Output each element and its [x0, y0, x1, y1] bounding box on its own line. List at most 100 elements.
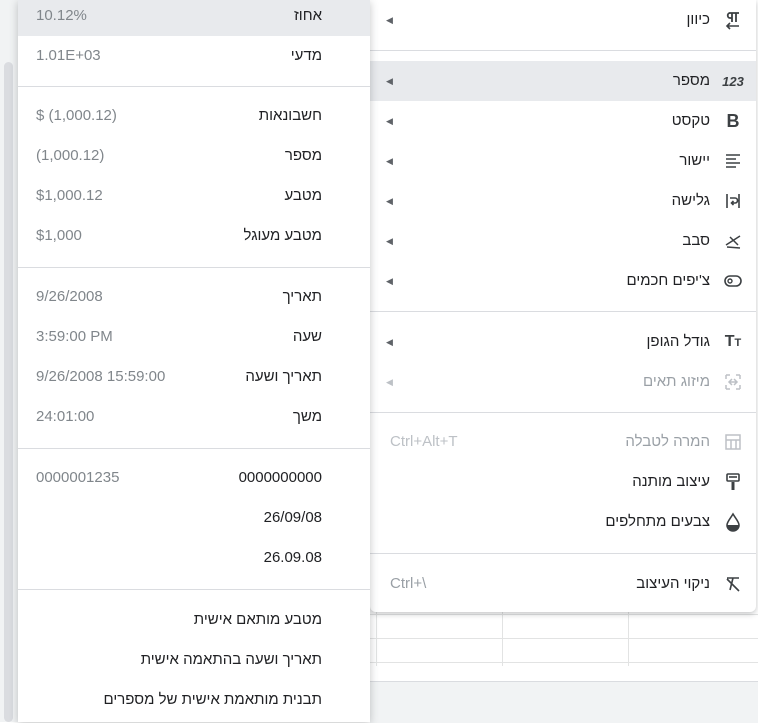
format-name: משך — [292, 408, 322, 425]
format-name: תאריך ושעה — [245, 368, 322, 385]
format-example: $1,000 — [36, 227, 82, 244]
submenu-arrow-icon: ◀ — [386, 76, 393, 86]
format-example: 24:01:00 — [36, 408, 95, 425]
menu-item-number[interactable]: 123 מספר ◀ — [370, 61, 756, 101]
format-name: מטבע מותאם אישית — [193, 611, 322, 628]
shortcut-text: Ctrl+Alt+T — [390, 433, 458, 450]
table-icon — [722, 431, 744, 453]
format-option-custom-currency[interactable]: מטבע מותאם אישית — [18, 600, 370, 640]
menu-item-alignment[interactable]: יישור ◀ — [370, 141, 756, 181]
menu-label: צבעים מתחלפים — [605, 513, 710, 530]
color-drop-icon — [722, 511, 744, 533]
menu-separator — [370, 50, 756, 51]
menu-label: צ'יפים חכמים — [626, 272, 710, 289]
menu-item-direction[interactable]: כיוון ◀ — [370, 0, 756, 40]
vertical-scrollbar[interactable] — [4, 62, 13, 722]
menu-label: סבב — [682, 232, 710, 249]
format-name: מספר — [284, 147, 322, 164]
menu-label: כיוון — [686, 11, 710, 28]
format-option-currency-rounded[interactable]: מטבע מעוגל $1,000 — [18, 216, 370, 256]
menu-item-rotation[interactable]: סבב ◀ — [370, 221, 756, 261]
submenu-arrow-icon: ◀ — [386, 377, 393, 387]
submenu-arrow-icon: ◀ — [386, 116, 393, 126]
format-option-custom-digits[interactable]: 0000000000 0000001235 — [18, 458, 370, 498]
format-menu: כיוון ◀ 123 מספר ◀ B טקסט ◀ יישור ◀ גליש… — [370, 0, 756, 612]
menu-item-alternating-colors[interactable]: צבעים מתחלפים — [370, 502, 756, 542]
number-format-submenu: אחוז 10.12% מדעי 1.01E+03 חשבונאות $ (1,… — [18, 0, 370, 722]
format-example: $1,000.12 — [36, 187, 103, 204]
font-size-icon: TT — [724, 333, 742, 350]
menu-separator — [370, 553, 756, 554]
format-option-date-dot[interactable]: 26.09.08 — [18, 538, 370, 578]
format-name: תבנית מותאמת אישית של מספרים — [103, 691, 322, 708]
shortcut-text: Ctrl+\ — [390, 575, 427, 592]
format-name: תאריך ושעה בהתאמה אישית — [140, 651, 322, 668]
menu-label: המרה לטבלה — [625, 433, 710, 450]
format-option-date[interactable]: תאריך 9/26/2008 — [18, 277, 370, 317]
format-name: מטבע — [284, 187, 323, 204]
menu-item-font-size[interactable]: TT גודל הגופן ◀ — [370, 322, 756, 362]
format-name: תאריך — [282, 288, 322, 305]
format-name: מדעי — [290, 47, 322, 64]
format-name: שעה — [292, 328, 322, 345]
format-example: 1.01E+03 — [36, 47, 101, 64]
format-name: חשבונאות — [258, 107, 322, 124]
menu-item-merge-cells[interactable]: מיזוג תאים ◀ — [370, 362, 756, 402]
menu-label: גודל הגופן — [646, 333, 710, 350]
format-option-custom-number-format[interactable]: תבנית מותאמת אישית של מספרים — [18, 680, 370, 720]
format-name: 26.09.08 — [263, 549, 322, 566]
format-name: 0000000000 — [238, 469, 322, 486]
menu-label: ניקוי העיצוב — [636, 575, 710, 592]
menu-item-smart-chips[interactable]: צ'יפים חכמים ◀ — [370, 261, 756, 301]
submenu-arrow-icon: ◀ — [386, 337, 393, 347]
text-wrap-icon — [722, 190, 744, 212]
menu-label: עיצוב מותנה — [632, 473, 710, 490]
menu-label: יישור — [679, 152, 710, 169]
menu-item-wrapping[interactable]: גלישה ◀ — [370, 181, 756, 221]
menu-label: גלישה — [671, 192, 710, 209]
format-option-currency[interactable]: מטבע $1,000.12 — [18, 176, 370, 216]
format-name: 26/09/08 — [263, 509, 322, 526]
clear-format-icon — [722, 573, 744, 595]
format-option-number[interactable]: מספר (1,000.12) — [18, 136, 370, 176]
submenu-arrow-icon: ◀ — [386, 276, 393, 286]
submenu-arrow-icon: ◀ — [386, 156, 393, 166]
menu-label: מיזוג תאים — [642, 373, 710, 390]
format-option-custom-date-time[interactable]: תאריך ושעה בהתאמה אישית — [18, 640, 370, 680]
menu-item-text[interactable]: B טקסט ◀ — [370, 101, 756, 141]
menu-separator — [370, 311, 756, 312]
format-example: 3:59:00 PM — [36, 328, 113, 345]
format-option-duration[interactable]: משך 24:01:00 — [18, 397, 370, 437]
format-option-time[interactable]: שעה 3:59:00 PM — [18, 317, 370, 357]
format-example: 9/26/2008 — [36, 288, 103, 305]
menu-item-convert-to-table[interactable]: המרה לטבלה Ctrl+Alt+T — [370, 422, 756, 462]
format-option-percent[interactable]: אחוז 10.12% — [18, 0, 370, 36]
format-option-date-time[interactable]: תאריך ושעה 9/26/2008 15:59:00 — [18, 357, 370, 397]
format-option-accounting[interactable]: חשבונאות $ (1,000.12) — [18, 96, 370, 136]
merge-cells-icon — [722, 371, 744, 393]
format-example: 10.12% — [36, 7, 87, 24]
menu-separator — [18, 267, 370, 268]
format-example: 9/26/2008 15:59:00 — [36, 368, 166, 385]
menu-label: מספר — [672, 72, 710, 89]
sheet-bottom-bar — [370, 681, 758, 723]
submenu-arrow-icon: ◀ — [386, 196, 393, 206]
menu-separator — [18, 589, 370, 590]
bold-icon: B — [726, 110, 740, 131]
format-option-scientific[interactable]: מדעי 1.01E+03 — [18, 36, 370, 76]
menu-item-clear-formatting[interactable]: ניקוי העיצוב Ctrl+\ — [370, 564, 756, 604]
menu-label: טקסט — [671, 112, 710, 129]
smart-chip-icon — [722, 270, 744, 292]
menu-separator — [18, 448, 370, 449]
format-example: (1,000.12) — [36, 147, 105, 164]
menu-separator — [370, 412, 756, 413]
format-option-date-slash[interactable]: 26/09/08 — [18, 498, 370, 538]
menu-item-conditional-formatting[interactable]: עיצוב מותנה — [370, 462, 756, 502]
text-rotation-icon — [722, 230, 744, 252]
text-direction-icon — [722, 9, 744, 31]
format-example: $ (1,000.12) — [36, 107, 117, 124]
format-name: מטבע מעוגל — [243, 227, 322, 244]
format-name: אחוז — [293, 7, 322, 24]
number-123-icon: 123 — [722, 73, 744, 89]
paint-roller-icon — [722, 471, 744, 493]
